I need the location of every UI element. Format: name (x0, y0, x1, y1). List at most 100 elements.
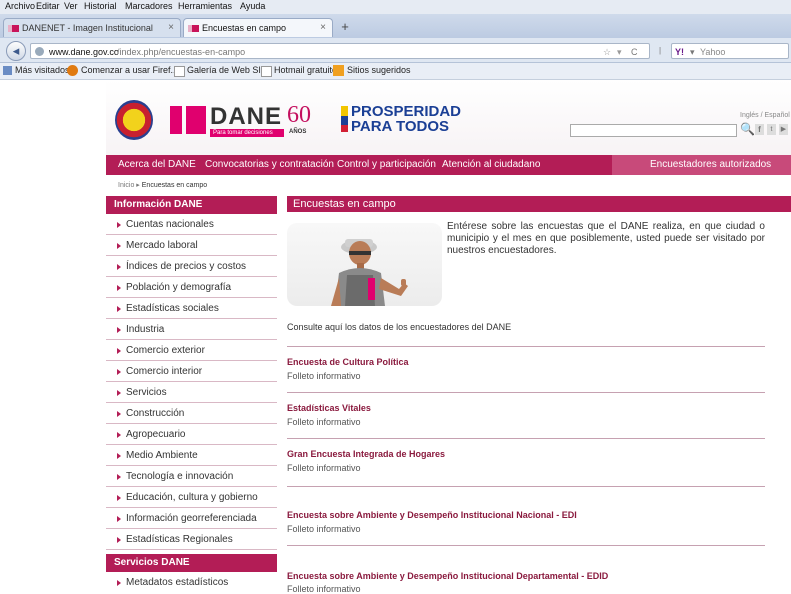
menu-ayuda[interactable]: Ayuda (240, 1, 265, 11)
dane-mark-icon (170, 106, 182, 134)
bookmark-comenzar[interactable]: Comenzar a usar Firef... (81, 65, 178, 75)
facebook-icon[interactable]: f (755, 124, 764, 135)
close-tab-icon[interactable]: × (168, 19, 174, 37)
consult-link[interactable]: Consulte aquí los datos de los encuestad… (287, 322, 511, 332)
sidebar-item-educacion[interactable]: Educación, cultura y gobierno (106, 487, 277, 508)
sidebar-item-indices-precios[interactable]: Índices de precios y costos (106, 256, 277, 277)
sidebar-item-tecnologia[interactable]: Tecnología e innovación (106, 466, 277, 487)
survey-sub-estadisticas-vitales[interactable]: Folleto informativo (287, 417, 361, 427)
flag-stripe-blue (341, 116, 348, 125)
site-search-input[interactable] (570, 124, 737, 137)
menu-marcadores[interactable]: Marcadores (125, 1, 173, 11)
nav-encuestadores-autorizados[interactable]: Encuestadores autorizados (612, 155, 791, 175)
survey-sub-edi[interactable]: Folleto informativo (287, 524, 361, 534)
search-bar[interactable]: Y! ▾ Yahoo (671, 43, 789, 59)
breadcrumb-home[interactable]: Inicio (118, 182, 134, 189)
tab-strip: DANENET - Imagen Institucional × Encuest… (0, 14, 791, 39)
survey-sub-cultura-politica[interactable]: Folleto informativo (287, 371, 361, 381)
back-button[interactable]: ◂ (6, 41, 26, 61)
new-tab-button[interactable]: + (336, 19, 354, 35)
globe-icon (35, 47, 44, 56)
sidebar-item-medio-ambiente[interactable]: Medio Ambiente (106, 445, 277, 466)
language-links[interactable]: Inglés / Español (740, 112, 790, 119)
bookmark-mas-visitados[interactable]: Más visitados (15, 65, 70, 75)
youtube-icon[interactable]: ▶ (779, 124, 788, 135)
sidebar-item-servicios[interactable]: Servicios (106, 382, 277, 403)
breadcrumb-current: Encuestas en campo (141, 182, 208, 189)
breadcrumb-separator-icon: ▸ (136, 182, 140, 189)
url-path: /index.php/encuestas-en-campo (117, 47, 246, 57)
yahoo-icon[interactable]: Y! (675, 44, 684, 60)
breadcrumb: Inicio ▸ Encuestas en campo (118, 181, 207, 189)
url-domain: www.dane.gov.co (49, 47, 119, 57)
dane-favicon-icon (8, 25, 19, 32)
reload-icon[interactable]: C (631, 44, 638, 60)
sidebar-item-agropecuario[interactable]: Agropecuario (106, 424, 277, 445)
anniversary-word: AÑOS (289, 129, 307, 135)
nav-convocatorias[interactable]: Convocatorias y contratación (205, 159, 334, 170)
survey-title-estadisticas-vitales[interactable]: Estadísticas Vitales (287, 403, 371, 413)
sidebar-item-comercio-exterior[interactable]: Comercio exterior (106, 340, 277, 361)
surveyor-illustration-icon (331, 239, 408, 306)
most-visited-icon (3, 66, 12, 75)
divider (287, 486, 765, 487)
url-bar[interactable]: www.dane.gov.co /index.php/encuestas-en-… (30, 43, 650, 59)
menu-ver[interactable]: Ver (64, 1, 78, 11)
sidebar-item-comercio-interior[interactable]: Comercio interior (106, 361, 277, 382)
dane-favicon-icon (188, 25, 199, 32)
sidebar-item-metadatos[interactable]: Metadatos estadísticos (106, 572, 277, 593)
sidebar-item-mercado-laboral[interactable]: Mercado laboral (106, 235, 277, 256)
dane-tagline: Para tomar decisiones (210, 129, 284, 137)
page-icon (261, 66, 272, 77)
sidebar-item-construccion[interactable]: Construcción (106, 403, 277, 424)
menu-bar: Archivo Editar Ver Historial Marcadores … (0, 0, 791, 14)
close-tab-icon[interactable]: × (320, 19, 326, 37)
bookmark-web-slice[interactable]: Galería de Web Slice (187, 65, 272, 75)
flag-stripe-red (341, 125, 348, 132)
sidebar-item-estadisticas-regionales[interactable]: Estadísticas Regionales (106, 529, 277, 550)
dane-mark-icon (186, 106, 206, 134)
divider (287, 545, 765, 546)
sidebar-section-informacion: Información DANE (106, 196, 277, 214)
menu-archivo[interactable]: Archivo (5, 1, 35, 11)
survey-sub-geih[interactable]: Folleto informativo (287, 463, 361, 473)
sidebar-item-cuentas-nacionales[interactable]: Cuentas nacionales (106, 214, 277, 235)
bookmark-sitios[interactable]: Sitios sugeridos (347, 65, 411, 75)
survey-title-cultura-politica[interactable]: Encuesta de Cultura Política (287, 357, 409, 367)
survey-title-edid[interactable]: Encuesta sobre Ambiente y Desempeño Inst… (287, 571, 608, 581)
dropdown-icon[interactable]: ▾ (617, 44, 622, 60)
content-title: Encuestas en campo (287, 196, 791, 212)
divider (287, 346, 765, 347)
search-icon[interactable]: 🔍 (740, 122, 755, 136)
sidebar-item-georreferenciada[interactable]: Información georreferenciada (106, 508, 277, 529)
survey-title-edi[interactable]: Encuesta sobre Ambiente y Desempeño Inst… (287, 510, 577, 520)
tab-label: Encuestas en campo (202, 23, 287, 33)
menu-editar[interactable]: Editar (36, 1, 60, 11)
twitter-icon[interactable]: t (767, 124, 776, 135)
separator-icon: | (658, 46, 662, 55)
menu-historial[interactable]: Historial (84, 1, 117, 11)
menu-herramientas[interactable]: Herramientas (178, 1, 232, 11)
divider (287, 438, 765, 439)
suggested-sites-icon (333, 65, 344, 76)
bookmarks-bar: Más visitados Comenzar a usar Firef... G… (0, 63, 791, 80)
bookmark-star-icon[interactable]: ☆ (603, 44, 611, 60)
sidebar-item-industria[interactable]: Industria (106, 319, 277, 340)
colombia-seal-icon (115, 100, 153, 140)
tab-label: DANENET - Imagen Institucional (22, 23, 153, 33)
search-dropdown-icon[interactable]: ▾ (690, 44, 695, 60)
nav-acerca-del-dane[interactable]: Acerca del DANE (118, 159, 196, 170)
sidebar-item-estadisticas-sociales[interactable]: Estadísticas sociales (106, 298, 277, 319)
tab-encuestas[interactable]: Encuestas en campo × (183, 18, 333, 37)
surveyor-photo (287, 223, 442, 306)
nav-atencion-ciudadano[interactable]: Atención al ciudadano (442, 159, 540, 170)
nav-control-participacion[interactable]: Control y participación (337, 159, 436, 170)
survey-sub-edid[interactable]: Folleto informativo (287, 584, 361, 594)
web-slice-icon (174, 66, 185, 77)
bookmark-hotmail[interactable]: Hotmail gratuito (274, 65, 337, 75)
prosperidad-line2: PARA TODOS (351, 118, 450, 135)
survey-title-geih[interactable]: Gran Encuesta Integrada de Hogares (287, 449, 445, 459)
dane-logo[interactable]: DANE Para tomar decisiones (170, 103, 284, 137)
tab-danenet[interactable]: DANENET - Imagen Institucional × (3, 18, 181, 37)
sidebar-item-poblacion[interactable]: Población y demografía (106, 277, 277, 298)
